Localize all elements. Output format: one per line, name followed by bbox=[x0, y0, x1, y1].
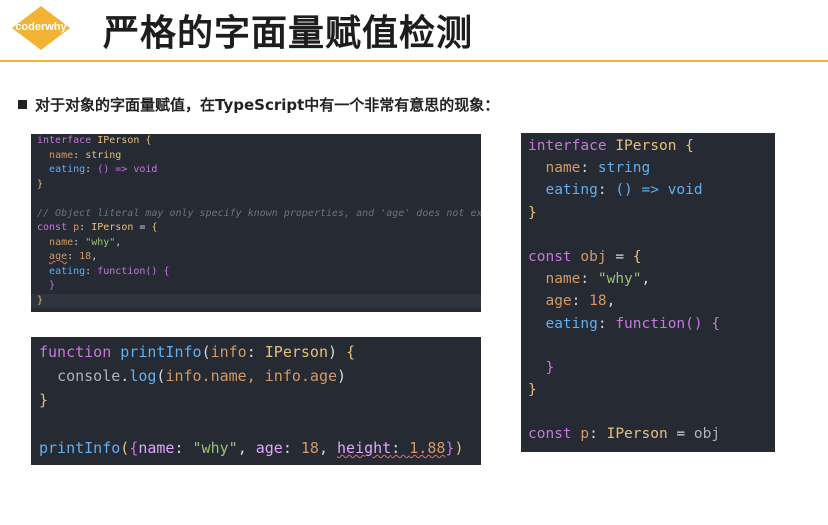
code-line: } bbox=[49, 280, 56, 291]
code-line: name: string bbox=[49, 149, 122, 161]
code-line: eating: function() { bbox=[545, 315, 721, 332]
code-line: eating: () => void bbox=[545, 182, 703, 199]
code-block-object-literal: interface IPerson { name: string eating:… bbox=[31, 134, 481, 312]
code-line: eating: function() { bbox=[49, 265, 170, 277]
code-line: name: "why", bbox=[49, 236, 122, 248]
code-line: } bbox=[31, 293, 481, 308]
code-line: const p: IPerson = { bbox=[37, 222, 158, 233]
code-line: interface IPerson { bbox=[37, 135, 152, 146]
bullet-text: 对于对象的字面量赋值，在TypeScript中有一个非常有意思的现象： bbox=[35, 96, 500, 114]
code-line: eating: () => void bbox=[49, 164, 158, 175]
code-line: } bbox=[39, 391, 49, 409]
code-line: console.log(info.name, info.age) bbox=[57, 367, 347, 385]
code-comment: // Object literal may only specify known… bbox=[37, 207, 481, 219]
code-line: function printInfo(info: IPerson) { bbox=[39, 343, 356, 361]
code-line: const p: IPerson = obj bbox=[528, 426, 721, 443]
logo: coderwhy bbox=[10, 4, 72, 52]
bullet-square-icon bbox=[18, 100, 27, 109]
code-line: const obj = { bbox=[528, 248, 642, 265]
code-line-error: age: 18, bbox=[49, 251, 98, 262]
code-line: } bbox=[545, 359, 555, 376]
logo-text: coderwhy bbox=[15, 21, 67, 33]
code-line-error: printInfo({name: "why", age: 18, height:… bbox=[39, 439, 464, 457]
code-block-freshness: interface IPerson { name: string eating:… bbox=[521, 133, 775, 452]
code-line: } bbox=[37, 178, 44, 190]
code-line: } bbox=[528, 382, 537, 399]
page-title: 严格的字面量赋值检测 bbox=[103, 13, 474, 54]
code-line: } bbox=[528, 204, 537, 221]
code-block-function-call: function printInfo(info: IPerson) { cons… bbox=[31, 337, 481, 465]
bullet-line: 对于对象的字面量赋值，在TypeScript中有一个非常有意思的现象： bbox=[18, 94, 499, 115]
code-line: interface IPerson { bbox=[528, 138, 694, 154]
code-line: name: string bbox=[545, 160, 651, 177]
code-line: name: "why", bbox=[545, 271, 651, 288]
code-line: age: 18, bbox=[545, 293, 616, 310]
title-divider bbox=[0, 60, 828, 62]
